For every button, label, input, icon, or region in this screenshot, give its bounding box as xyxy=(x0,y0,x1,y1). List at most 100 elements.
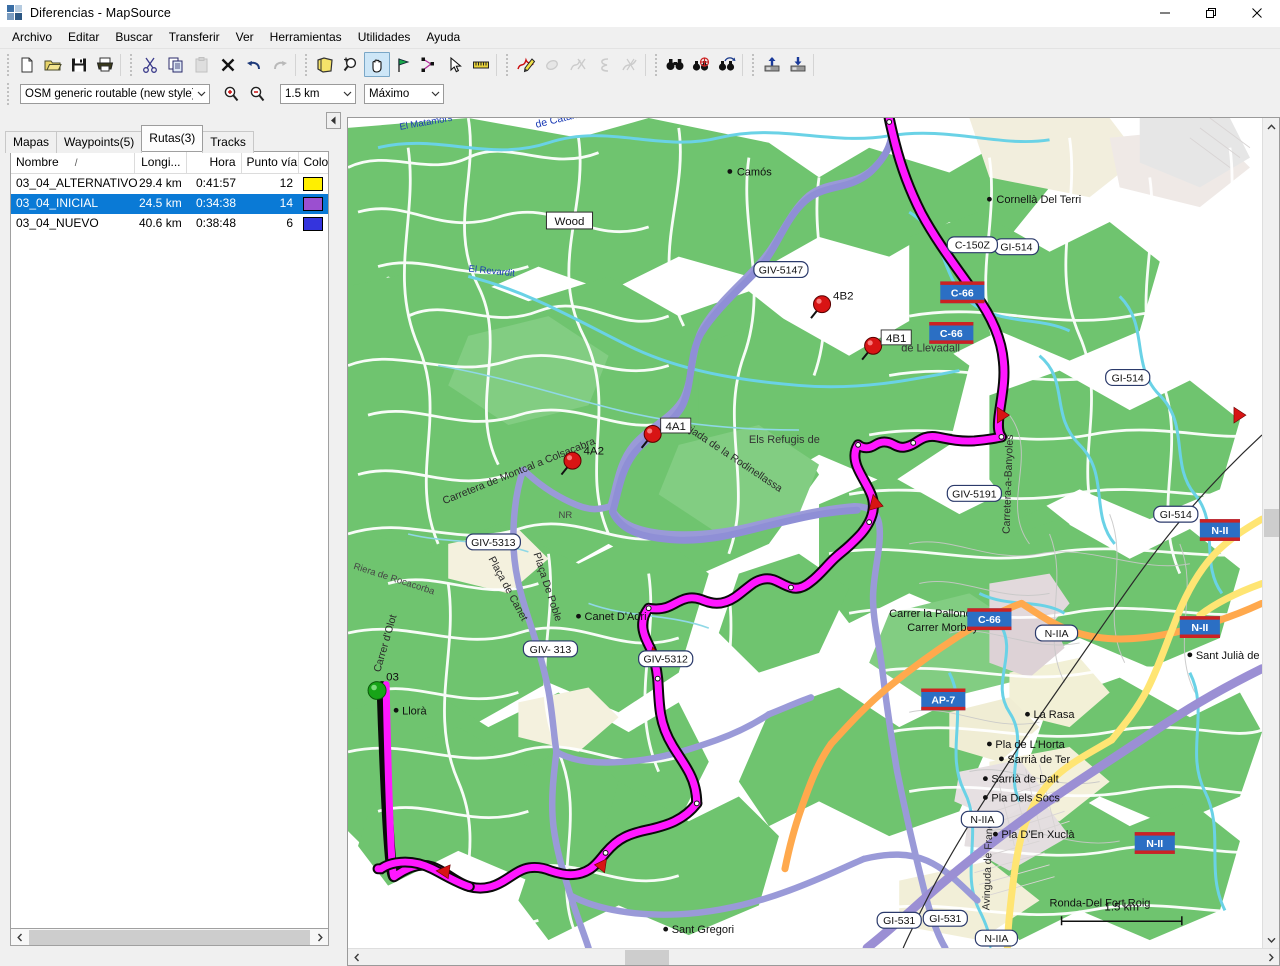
vscroll-thumb[interactable] xyxy=(1263,509,1279,538)
routes-table: Nombre/ Longi... Hora Punto vía Color 03… xyxy=(11,152,328,234)
restore-button[interactable] xyxy=(1188,0,1234,27)
menu-archivo[interactable]: Archivo xyxy=(4,28,60,47)
tab-waypoints[interactable]: Waypoints(5) xyxy=(56,131,143,153)
menu-bar: Archivo Editar Buscar Transferir Ver Her… xyxy=(0,27,1280,48)
chevron-down-icon xyxy=(193,91,209,97)
table-row[interactable]: 03_04_ALTERNATIVO 29.4 km 0:41:57 12 xyxy=(11,174,328,195)
toolbar-grip-5[interactable] xyxy=(652,53,659,76)
route-name: 03_04_INICIAL xyxy=(11,194,134,214)
copy-icon[interactable] xyxy=(163,52,189,77)
hscroll-track[interactable] xyxy=(365,949,1262,966)
toolbar-grip-6[interactable] xyxy=(749,53,756,76)
map-view[interactable]: Camós Cornellà Del Terri Canet D'Adri Ll… xyxy=(348,118,1262,948)
left-panel-tabs: Mapas Waypoints(5) Rutas(3) Tracks xyxy=(0,125,347,153)
map-hscrollbar[interactable] xyxy=(348,948,1279,965)
menu-editar[interactable]: Editar xyxy=(60,28,107,47)
window-title: Diferencias - MapSource xyxy=(30,6,172,20)
menu-utilidades[interactable]: Utilidades xyxy=(350,28,419,47)
map-product-select[interactable]: OSM generic routable (new style) xyxy=(20,83,210,104)
map-vscrollbar[interactable] xyxy=(1262,118,1279,948)
chevron-down-icon[interactable] xyxy=(1263,931,1280,948)
find-next-icon[interactable] xyxy=(688,52,714,77)
table-row[interactable]: 03_04_NUEVO 40.6 km 0:38:48 6 xyxy=(11,214,328,234)
cut-icon[interactable] xyxy=(137,52,163,77)
toolbar-grip-4[interactable] xyxy=(503,53,510,76)
track-shape-icon[interactable] xyxy=(539,52,565,77)
draw-track-icon[interactable] xyxy=(513,52,539,77)
undo-icon[interactable] xyxy=(241,52,267,77)
chevron-right-icon[interactable] xyxy=(311,930,328,945)
route-color-cell[interactable] xyxy=(298,174,328,195)
map-scale-select[interactable]: 1.5 km xyxy=(280,83,356,104)
column-header-punto-via[interactable]: Punto vía xyxy=(241,152,299,174)
redo-icon[interactable] xyxy=(267,52,293,77)
menu-ayuda[interactable]: Ayuda xyxy=(418,28,468,47)
track-split-icon[interactable] xyxy=(617,52,643,77)
select-map-tool-icon[interactable] xyxy=(312,52,338,77)
menu-buscar[interactable]: Buscar xyxy=(107,28,160,47)
track-reverse-icon[interactable] xyxy=(591,52,617,77)
route-color-cell[interactable] xyxy=(298,194,328,214)
new-file-icon[interactable] xyxy=(14,52,40,77)
find-back-icon[interactable] xyxy=(714,52,740,77)
color-swatch xyxy=(303,216,323,231)
routes-list-frame: Nombre/ Longi... Hora Punto vía Color 03… xyxy=(10,151,329,929)
receive-from-device-icon[interactable] xyxy=(785,52,811,77)
print-icon[interactable] xyxy=(92,52,118,77)
menu-transferir[interactable]: Transferir xyxy=(161,28,228,47)
hand-pan-tool-icon[interactable] xyxy=(364,52,390,77)
column-header-nombre[interactable]: Nombre / xyxy=(11,152,135,174)
map-detail-value: Máximo xyxy=(369,87,410,100)
chevron-up-icon[interactable] xyxy=(1263,118,1280,135)
waypoint-tool-icon[interactable] xyxy=(390,52,416,77)
toolbar-grip[interactable] xyxy=(4,53,11,76)
column-header-color[interactable]: Color xyxy=(298,152,328,174)
delete-icon[interactable] xyxy=(215,52,241,77)
route-time: 0:34:38 xyxy=(186,194,241,214)
tab-tracks[interactable]: Tracks xyxy=(202,131,254,153)
route-waypoints: 12 xyxy=(279,176,293,190)
close-button[interactable] xyxy=(1234,0,1280,27)
toolbar-grip-3[interactable] xyxy=(302,53,309,76)
save-file-icon[interactable] xyxy=(66,52,92,77)
map-panel: Camós Cornellà Del Terri Canet D'Adri Ll… xyxy=(347,117,1280,966)
hscroll-thumb[interactable] xyxy=(625,949,670,965)
tab-rutas[interactable]: Rutas(3) xyxy=(141,125,204,151)
hscroll-thumb[interactable] xyxy=(29,929,310,945)
window-controls xyxy=(1142,0,1280,27)
route-waypoints: 14 xyxy=(241,194,298,214)
collapse-panel-left-icon[interactable] xyxy=(326,112,341,129)
chevron-left-icon[interactable] xyxy=(348,949,365,966)
zoom-out-icon[interactable] xyxy=(244,81,270,106)
zoom-tool-icon[interactable] xyxy=(338,52,364,77)
minimize-button[interactable] xyxy=(1142,0,1188,27)
column-header-longitud[interactable]: Longi... xyxy=(134,152,187,174)
paste-icon[interactable] xyxy=(189,52,215,77)
track-filter-icon[interactable] xyxy=(565,52,591,77)
find-places-icon[interactable] xyxy=(662,52,688,77)
route-time: 0:41:57 xyxy=(195,176,236,190)
chevron-left-icon[interactable] xyxy=(11,930,28,945)
toolbar-grip-2[interactable] xyxy=(127,53,134,76)
vscroll-track[interactable] xyxy=(1263,135,1280,931)
map-toolbar-grip[interactable] xyxy=(4,82,11,105)
route-tool-icon[interactable] xyxy=(416,52,442,77)
color-swatch xyxy=(303,176,323,191)
menu-ver[interactable]: Ver xyxy=(228,28,262,47)
pointer-select-tool-icon[interactable] xyxy=(442,52,468,77)
route-color-cell[interactable] xyxy=(298,214,328,234)
send-to-device-icon[interactable] xyxy=(759,52,785,77)
routes-list-hscrollbar[interactable] xyxy=(10,929,329,946)
menu-herramientas[interactable]: Herramientas xyxy=(262,28,350,47)
table-row[interactable]: 03_04_INICIAL 24.5 km 0:34:38 14 xyxy=(11,194,328,214)
column-header-hora[interactable]: Hora xyxy=(186,152,242,174)
measure-distance-icon[interactable] xyxy=(468,52,494,77)
tab-mapas[interactable]: Mapas xyxy=(5,131,58,153)
open-file-icon[interactable] xyxy=(40,52,66,77)
route-length: 29.4 km xyxy=(139,176,182,190)
map-detail-select[interactable]: Máximo xyxy=(364,83,444,104)
chevron-right-icon[interactable] xyxy=(1262,949,1279,966)
zoom-in-icon[interactable] xyxy=(218,81,244,106)
left-panel: Mapas Waypoints(5) Rutas(3) Tracks Nombr… xyxy=(0,107,347,966)
route-waypoints: 6 xyxy=(286,216,293,230)
